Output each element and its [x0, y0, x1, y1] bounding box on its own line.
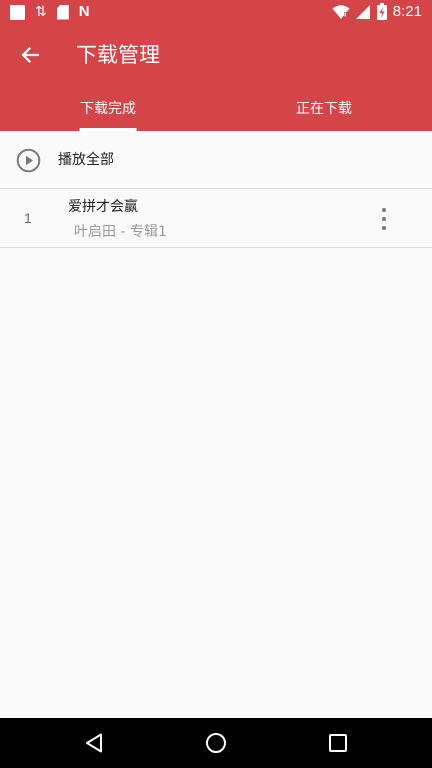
nav-back-icon: [86, 733, 102, 753]
n-app-icon: N: [78, 3, 90, 20]
nav-back-button[interactable]: [83, 731, 107, 755]
song-title: 爱拼才会赢: [68, 199, 138, 215]
play-circle-icon: [16, 148, 41, 173]
tab-bar: 下载完成 正在下载: [0, 85, 432, 131]
nav-recents-button[interactable]: [326, 731, 350, 755]
list-item[interactable]: 1 爱拼才会赢 叶启田 - 专辑1: [0, 190, 432, 248]
song-artist-album: 叶启田 - 专辑1: [74, 224, 167, 240]
tab-downloaded[interactable]: 下载完成: [0, 85, 216, 131]
menu-dot: [382, 208, 386, 212]
page-title: 下载管理: [76, 43, 160, 67]
status-left-icons: ⇅ N: [10, 4, 90, 20]
status-time: 8:21: [392, 3, 422, 20]
play-all-label: 播放全部: [58, 152, 114, 168]
notification-square-icon: [10, 4, 25, 20]
status-right-icons: 8:21: [332, 3, 422, 20]
sd-card-icon: [56, 4, 69, 20]
nav-recents-icon: [329, 734, 347, 752]
more-vertical-icon[interactable]: [374, 208, 394, 230]
nav-home-icon: [206, 733, 226, 753]
tab-downloaded-label: 下载完成: [80, 101, 136, 117]
wifi-icon: [332, 4, 350, 19]
nav-home-button[interactable]: [204, 731, 228, 755]
menu-dot: [382, 226, 386, 230]
battery-charging-icon: [376, 3, 387, 20]
system-nav-bar: [0, 718, 432, 768]
menu-dot: [382, 217, 386, 221]
app-bar: 下载管理: [0, 25, 432, 85]
song-index: 1: [24, 210, 32, 226]
tab-downloading[interactable]: 正在下载: [216, 85, 432, 131]
arrow-left-icon: [21, 46, 40, 64]
data-transfer-icon: ⇅: [35, 4, 47, 20]
play-all-row[interactable]: 播放全部: [0, 131, 432, 189]
status-bar: ⇅ N 8:21: [0, 0, 432, 25]
back-button[interactable]: [14, 39, 46, 71]
signal-icon: [355, 4, 370, 19]
tab-downloading-label: 正在下载: [296, 101, 352, 117]
